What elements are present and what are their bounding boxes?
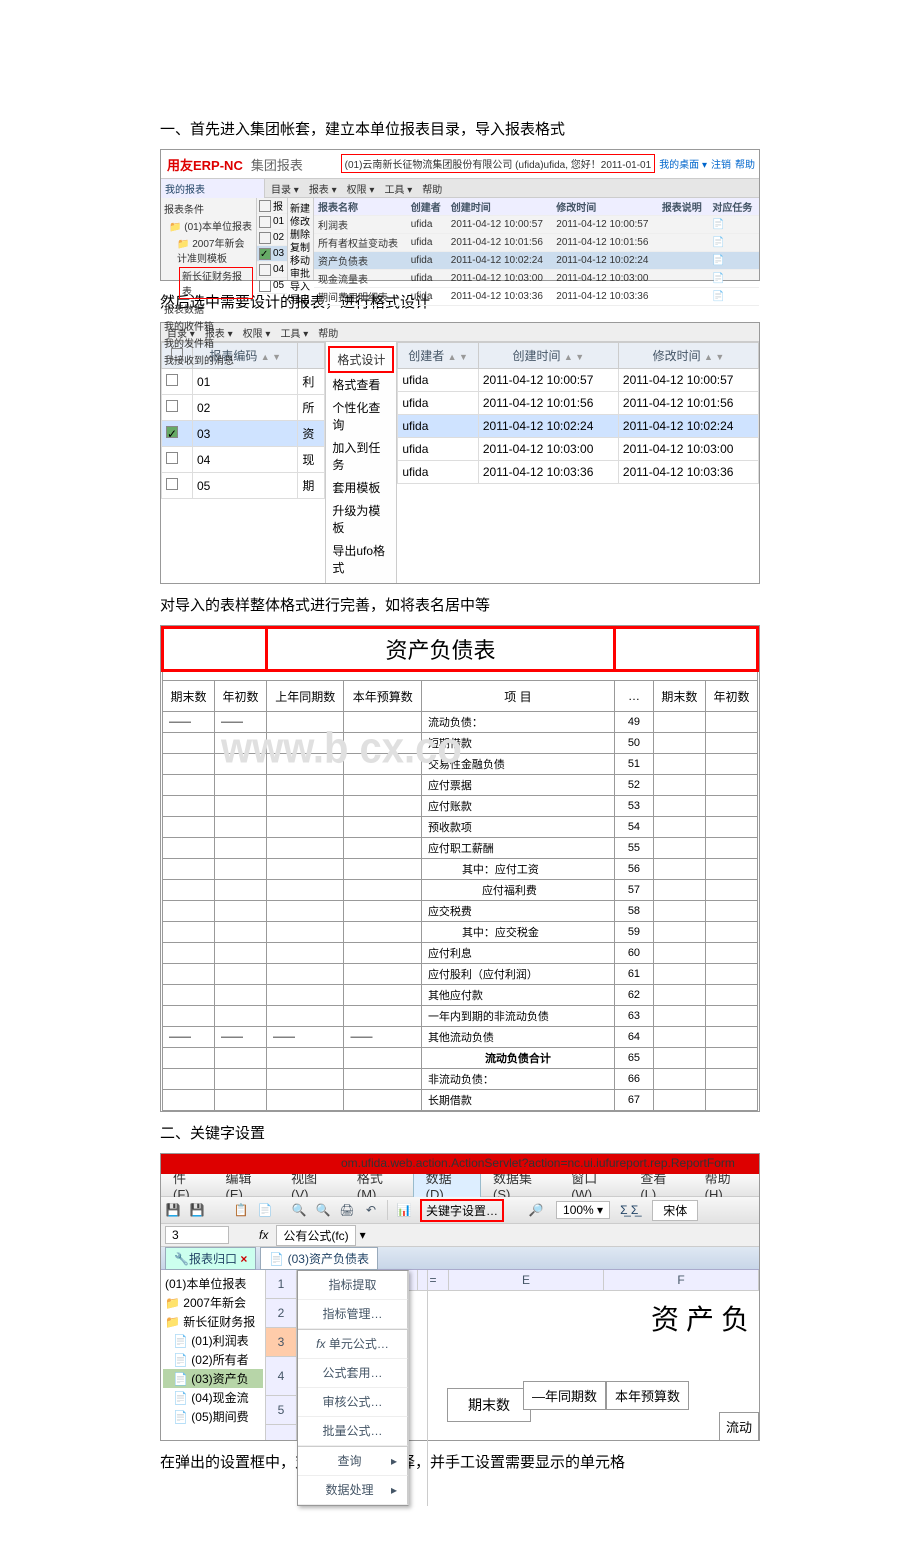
chart-icon[interactable]: 📊 (393, 1200, 415, 1220)
cell-e4: —年同期数 (523, 1381, 606, 1410)
format-design-item[interactable]: 格式设计 (328, 346, 394, 373)
keyword-setting-button[interactable]: 关键字设置… (420, 1199, 504, 1222)
table-row: 预收款项54 (163, 817, 758, 838)
table-row: 交易性金融负债51 (163, 754, 758, 775)
menu-tool[interactable]: 工具 ▾ (384, 181, 412, 196)
paragraph-5: 在弹出的设置框中，对关键字进行选择，并手工设置需要显示的单元格 (160, 1451, 760, 1472)
paragraph-1: 一、首先进入集团帐套，建立本单位报表目录，导入报表格式 (160, 118, 760, 139)
tab-close[interactable]: 🔧报表归口 × (165, 1247, 256, 1270)
fx-icon: fx (316, 1337, 325, 1351)
cell-f4: 本年预算数 (606, 1381, 689, 1410)
screenshot-3: www.b cx.co 资产负债表 期末数年初数上年同期数本年预算数 项 目… … (160, 625, 760, 1112)
cell-bottom-right: 流动 (719, 1412, 759, 1441)
fx-icon: fx (259, 1228, 268, 1242)
table-row: 应付股利（应付利润）61 (163, 964, 758, 985)
app-subtitle: 集团报表 (251, 155, 303, 174)
my-desktop-link[interactable]: 我的桌面 ▾ (659, 156, 707, 171)
report-grid[interactable]: 报表名称创建者创建时间修改时间报表说明对应任务 利润表ufida2011-04-… (314, 198, 759, 280)
table-row: 应交税费58 (163, 901, 758, 922)
paragraph-3: 对导入的表样整体格式进行完善，如将表名居中等 (160, 594, 760, 615)
zoom-out-icon[interactable]: 🔍 (312, 1200, 334, 1220)
table-row: ———————— 其他流动负债64 (163, 1027, 758, 1048)
copy-icon[interactable]: 📋 (230, 1200, 252, 1220)
formula-type: 公有公式(fc) (276, 1225, 355, 1246)
undo-icon[interactable]: ↶ (360, 1200, 382, 1220)
table-row: 应付票据52 (163, 775, 758, 796)
row-number-col: 报 01 02 ✓03 04 05 (257, 198, 288, 280)
sheet-area[interactable]: C = EF 指标提取 指标管理… fx 单元公式… 公式套用… 审核公式… 批… (297, 1270, 759, 1440)
table-row: 其他应付款62 (163, 985, 758, 1006)
context-menu[interactable]: 格式设计 格式查看个性化查询加入到任务 套用模板升级为模板导出ufo格式 (325, 342, 397, 583)
report-tree[interactable]: (01)本单位报表 📁 2007年新会 📁 新长征财务报 📄 (01)利润表 📄… (161, 1270, 266, 1440)
table-row: 非流动负债：66 (163, 1069, 758, 1090)
zoom-in-icon[interactable]: 🔍 (288, 1200, 310, 1220)
table-row: 短期借款50 (163, 733, 758, 754)
toolbar[interactable]: 💾 💾 📋 📄 🔍 🔍 🖨 ↶ 📊 关键字设置… 🔎 100% ▾ Σ̲ Σ̲ … (161, 1197, 759, 1224)
sheet-title: 资产负债表 (267, 628, 615, 671)
report-tree[interactable]: 报表条件 📁 (01)本单位报表 📁 2007年新会计准则模板 新长征财务报表 … (161, 198, 257, 280)
sigma-buttons[interactable]: Σ̲ Σ̲ (620, 1203, 638, 1217)
app-logo: 用友ERP-NC (167, 155, 243, 174)
menu-bar[interactable]: 件(F)编辑(E)视图(V) 格式(M)数据(D) 数据集(S)窗口(W)查看(… (161, 1174, 759, 1197)
print-icon[interactable]: 🖨 (336, 1200, 358, 1220)
cell-ref: 3 (165, 1226, 229, 1244)
menu-tool[interactable]: 工具 ▾ (280, 325, 308, 340)
row-headers: 12 345 (266, 1270, 297, 1440)
titlebar: om.ufida.web.action.ActionServlet?action… (161, 1154, 759, 1174)
table-row: 应付利息60 (163, 943, 758, 964)
save-icon[interactable]: 💾 (162, 1200, 184, 1220)
table-row: 其中：应交税金59 (163, 922, 758, 943)
zoom-level[interactable]: 100% ▾ (556, 1201, 610, 1219)
table-row: ———— 流动负债：49 (163, 712, 758, 733)
help-link[interactable]: 帮助 (735, 156, 755, 171)
save-as-icon[interactable]: 💾 (186, 1200, 208, 1220)
paragraph-4: 二、关键字设置 (160, 1122, 760, 1143)
sheet-tab-bar[interactable]: 🔧报表归口 × 📄 (03)资产负债表 (161, 1247, 759, 1270)
menu-dir[interactable]: 目录 ▾ (271, 181, 299, 196)
table-row: 其中：应付工资56 (163, 859, 758, 880)
menu-help[interactable]: 帮助 (318, 325, 338, 340)
table-row: 一年内到期的非流动负债63 (163, 1006, 758, 1027)
screenshot-1: 用友ERP-NC 集团报表 (01)云南新长征物流集团股份有限公司 (ufida… (160, 149, 760, 281)
menu-perm[interactable]: 权限 ▾ (347, 181, 375, 196)
font-select[interactable]: 宋体 (652, 1200, 698, 1221)
table-row: 流动负债合计65 (163, 1048, 758, 1069)
status-org: (01)云南新长征物流集团股份有限公司 (ufida)ufida, 您好！201… (341, 154, 656, 173)
data-dropdown-menu[interactable]: 指标提取 指标管理… fx 单元公式… 公式套用… 审核公式… 批量公式… 查询… (297, 1270, 409, 1506)
sheet-tab[interactable]: 📄 (03)资产负债表 (260, 1247, 378, 1270)
url-overlay: om.ufida.web.action.ActionServlet?action… (341, 1156, 735, 1170)
find-icon[interactable]: 🔎 (525, 1200, 547, 1220)
table-row: 长期借款67 (163, 1090, 758, 1111)
ops-col[interactable]: 新建修改删除复制 移动审批导入导出 (288, 198, 314, 280)
cell-c4: 期末数 (447, 1388, 531, 1422)
logout-link[interactable]: 注销 (711, 156, 731, 171)
table-row: 应付账款53 (163, 796, 758, 817)
formula-bar[interactable]: 3 fx 公有公式(fc)▾ (161, 1224, 759, 1247)
menu-report[interactable]: 报表 ▾ (309, 181, 337, 196)
big-title-partial: 资 产 负 (651, 1298, 749, 1338)
my-reports-tab[interactable]: 我的报表 (161, 179, 265, 198)
table-row: 应付福利费57 (163, 880, 758, 901)
table-row: 应付职工薪酬55 (163, 838, 758, 859)
menu-help[interactable]: 帮助 (422, 181, 442, 196)
screenshot-4: om.ufida.web.action.ActionServlet?action… (160, 1153, 760, 1441)
paste-icon[interactable]: 📄 (254, 1200, 276, 1220)
